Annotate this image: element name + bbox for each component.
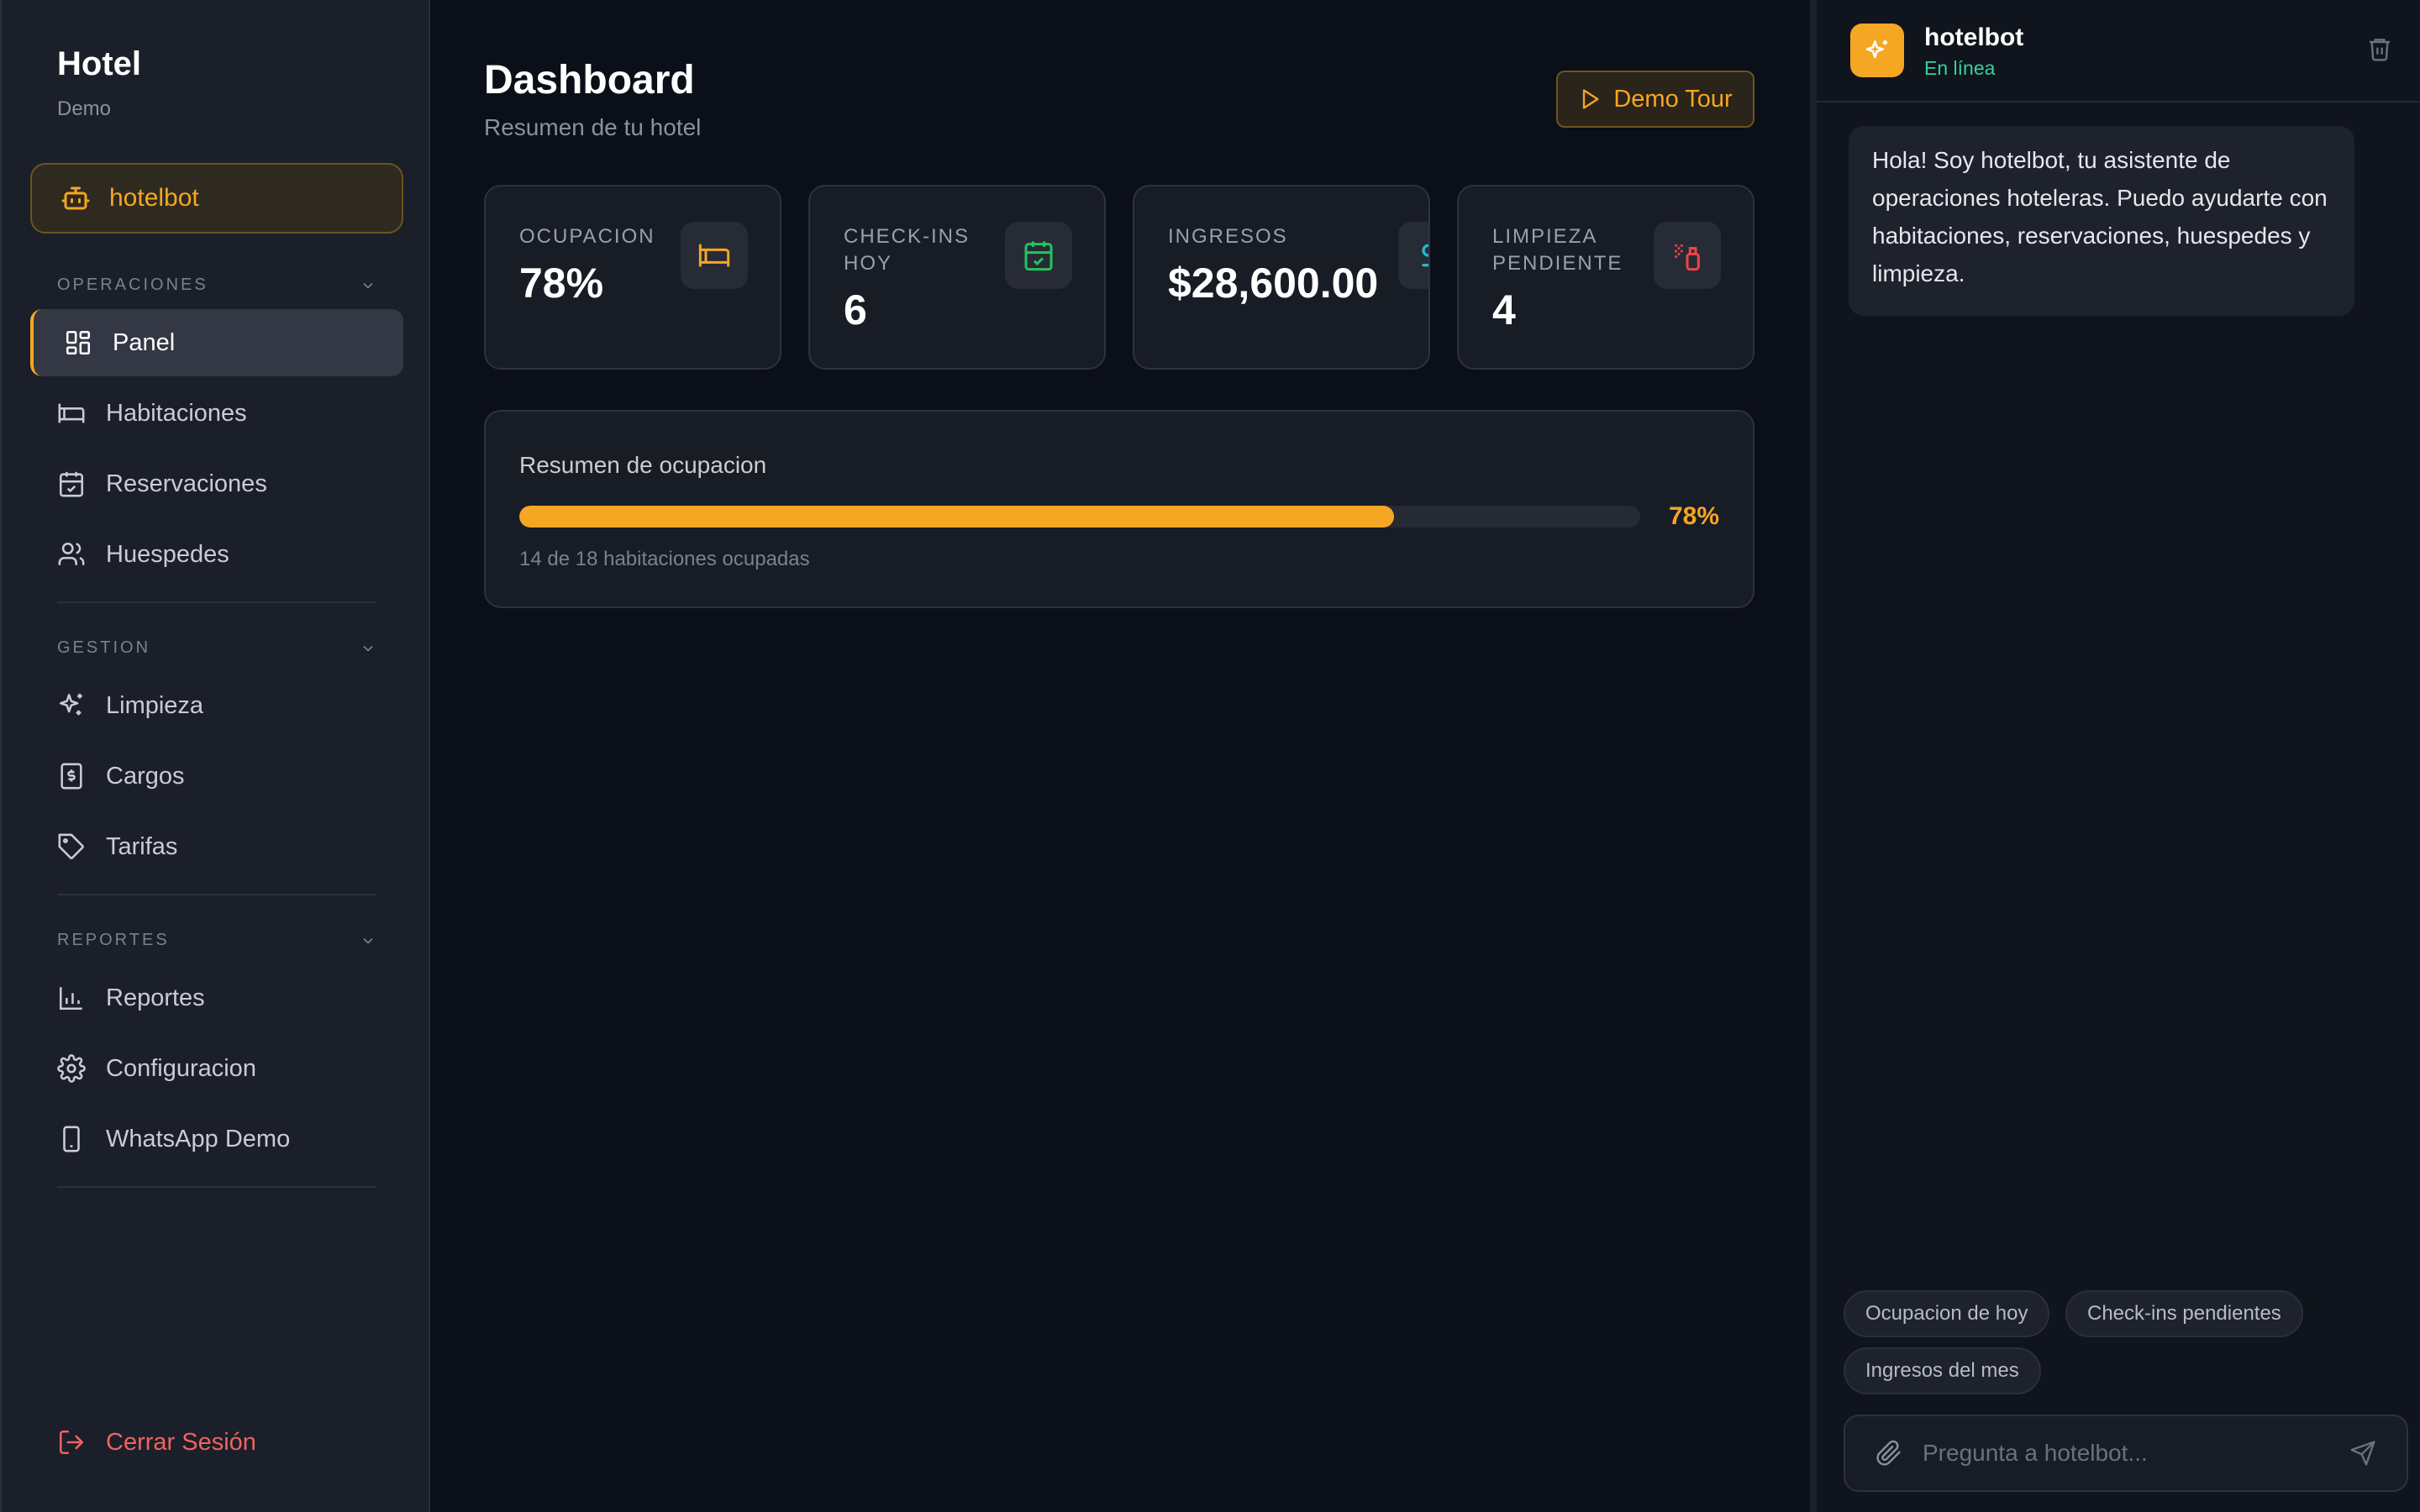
sidebar-item-label: Tarifas [106, 832, 178, 860]
logout-icon [59, 1430, 84, 1455]
sidebar-item-cargos[interactable]: Cargos [30, 743, 403, 810]
section-operaciones-label: OPERACIONES [57, 276, 208, 294]
section-gestion[interactable]: GESTION [57, 638, 376, 658]
sidebar-item-label: Reportes [106, 984, 205, 1011]
calendar-check-icon [1024, 241, 1053, 271]
sidebar-divider [57, 894, 376, 895]
avatar [1850, 24, 1904, 77]
sidebar-item-label: Reservaciones [106, 470, 267, 497]
suggestion-chip[interactable]: Check-ins pendientes [2065, 1290, 2303, 1337]
chat-status: En línea [1924, 57, 1996, 79]
sidebar: Hotel Demo hotelbot OPERACIONES Panel Ha… [0, 0, 430, 1512]
sidebar-item-reservaciones[interactable]: Reservaciones [30, 450, 403, 517]
hotelbot-label: hotelbot [109, 184, 199, 212]
sidebar-item-habitaciones[interactable]: Habitaciones [30, 380, 403, 447]
bed-icon [58, 403, 85, 423]
stat-value: 78% [519, 260, 604, 307]
chat-input-box [1844, 1415, 2408, 1492]
page-title: Dashboard [484, 58, 695, 102]
chat-input[interactable] [1923, 1440, 2329, 1467]
play-icon [1583, 89, 1599, 109]
stat-label: OCUPACION [519, 225, 655, 248]
stat-label: LIMPIEZA PENDIENTE [1492, 225, 1623, 275]
bed-icon [698, 244, 730, 267]
stat-card-ocupacion: OCUPACION 78% [484, 185, 781, 370]
bot-message: Hola! Soy hotelbot, tu asistente de oper… [1849, 126, 2354, 316]
stat-icon-box [1654, 222, 1721, 289]
demo-tour-button[interactable]: Demo Tour [1556, 71, 1754, 128]
demo-tour-label: Demo Tour [1613, 85, 1733, 113]
brand-title: Hotel [57, 45, 141, 82]
section-operaciones[interactable]: OPERACIONES [57, 276, 376, 295]
page-subtitle: Resumen de tu hotel [484, 114, 702, 140]
send-icon[interactable] [2349, 1440, 2376, 1467]
suggestion-chip[interactable]: Ingresos del mes [1844, 1347, 2041, 1394]
dollar-icon [1422, 244, 1428, 267]
trash-icon[interactable] [2366, 35, 2393, 62]
sidebar-item-label: Habitaciones [106, 399, 247, 427]
chevron-down-icon [363, 282, 373, 289]
robot-icon [61, 186, 90, 210]
bar-chart-icon [59, 987, 82, 1011]
chevron-down-icon [363, 937, 373, 944]
sidebar-item-configuracion[interactable]: Configuracion [30, 1035, 403, 1102]
sidebar-item-reportes[interactable]: Reportes [30, 964, 403, 1032]
dashboard-icon [66, 330, 91, 355]
sidebar-item-label: Panel [113, 328, 176, 356]
sidebar-item-label: WhatsApp Demo [106, 1125, 291, 1152]
suggestion-chip[interactable]: Ocupacion de hoy [1844, 1290, 2050, 1337]
sidebar-item-whatsapp-demo[interactable]: WhatsApp Demo [30, 1105, 403, 1173]
users-icon [58, 542, 85, 565]
occupancy-note: 14 de 18 habitaciones ocupadas [519, 548, 810, 570]
occupancy-progress-fill [519, 506, 1394, 528]
sidebar-item-huespedes[interactable]: Huespedes [30, 521, 403, 588]
occupancy-title: Resumen de ocupacion [519, 452, 767, 478]
stat-icon-box [681, 222, 748, 289]
stat-card-check-ins: CHECK-INS HOY 6 [808, 185, 1106, 370]
sidebar-divider [57, 601, 376, 603]
receipt-icon [60, 763, 82, 790]
stat-card-ingresos: INGRESOS $28,600.00 [1133, 185, 1430, 370]
sidebar-item-limpieza[interactable]: Limpieza [30, 672, 403, 739]
gear-icon [57, 1054, 86, 1083]
sidebar-item-label: Huespedes [106, 540, 229, 568]
stat-label: CHECK-INS HOY [844, 225, 971, 275]
chat-bot-name: hotelbot [1924, 24, 2024, 51]
logout-button[interactable]: Cerrar Sesión [57, 1428, 256, 1457]
stat-icon-box [1398, 222, 1428, 289]
stat-value: 6 [844, 286, 867, 333]
sidebar-divider [57, 1186, 376, 1188]
occupancy-percent: 78% [1668, 502, 1719, 530]
calendar-check-icon [59, 471, 84, 497]
occupancy-summary-card: Resumen de ocupacion 78% 14 de 18 habita… [484, 410, 1754, 608]
hotelbot-button[interactable]: hotelbot [30, 163, 403, 234]
stat-value: 4 [1492, 286, 1516, 333]
sidebar-item-label: Limpieza [106, 691, 204, 719]
section-reportes[interactable]: REPORTES [57, 931, 376, 950]
chevron-down-icon [363, 645, 373, 652]
smartphone-icon [63, 1126, 80, 1152]
stat-value: $28,600.00 [1168, 260, 1379, 307]
app-root: Hotel Demo hotelbot OPERACIONES Panel Ha… [0, 0, 2420, 1512]
sidebar-item-panel[interactable]: Panel [30, 309, 403, 376]
chat-header: hotelbot En línea [1817, 0, 2420, 102]
logout-label: Cerrar Sesión [106, 1428, 256, 1456]
tag-icon [58, 833, 84, 859]
main-content: Dashboard Resumen de tu hotel Demo Tour … [430, 0, 1810, 1512]
sidebar-item-label: Configuracion [106, 1054, 256, 1082]
chat-panel: hotelbot En línea Hola! Soy hotelbot, tu… [1810, 0, 2420, 1512]
sidebar-item-label: Cargos [106, 762, 185, 790]
spray-icon [1675, 244, 1700, 271]
stat-icon-box [1005, 222, 1072, 289]
stat-label: INGRESOS [1168, 225, 1288, 248]
sidebar-item-tarifas[interactable]: Tarifas [30, 813, 403, 880]
paperclip-icon[interactable] [1876, 1440, 1902, 1467]
stat-card-limpieza: LIMPIEZA PENDIENTE 4 [1457, 185, 1754, 370]
brand-subtitle: Demo [57, 97, 112, 120]
occupancy-progress-track [519, 506, 1640, 528]
section-gestion-label: GESTION [57, 638, 151, 657]
sparkles-icon [59, 693, 82, 716]
section-reportes-label: REPORTES [57, 931, 170, 949]
sparkles-icon [1865, 40, 1887, 59]
